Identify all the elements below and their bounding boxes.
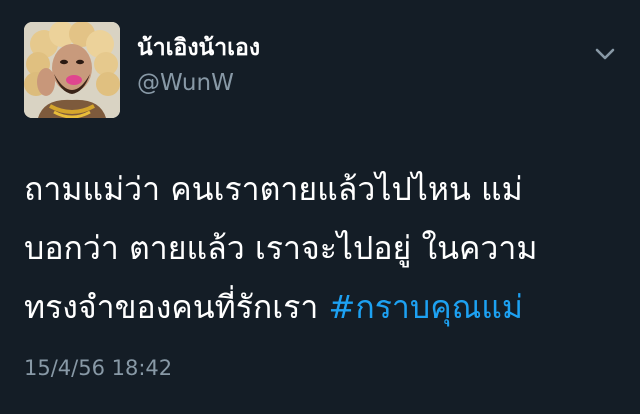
tweet-text-segment: ทรงจำของคนที่รักเรา <box>24 288 329 326</box>
tweet-text-line: ทรงจำของคนที่รักเรา #กราบคุณแม่ <box>24 278 624 337</box>
tweet-card: น้าเอิงน้าเอง @WunW ถามแม่ว่า คนเราตายแล… <box>0 0 640 414</box>
display-name[interactable]: น้าเอิงน้าเอง <box>137 35 260 63</box>
tweet-text-line: ถามแม่ว่า คนเราตายแล้วไปไหน แม่ <box>24 170 523 208</box>
more-options-button[interactable] <box>592 44 618 64</box>
timestamp[interactable]: 15/4/56 18:42 <box>24 356 172 381</box>
tweet-text: ถามแม่ว่า คนเราตายแล้วไปไหน แม่ บอกว่า ต… <box>24 160 624 337</box>
hashtag-link[interactable]: #กราบคุณแม่ <box>329 288 523 326</box>
tweet-text-line: บอกว่า ตายแล้ว เราจะไปอยู่ ในความ <box>24 229 538 267</box>
chevron-down-icon <box>595 48 615 60</box>
user-handle[interactable]: @WunW <box>137 70 234 98</box>
avatar-image <box>24 22 120 118</box>
avatar[interactable] <box>24 22 120 118</box>
